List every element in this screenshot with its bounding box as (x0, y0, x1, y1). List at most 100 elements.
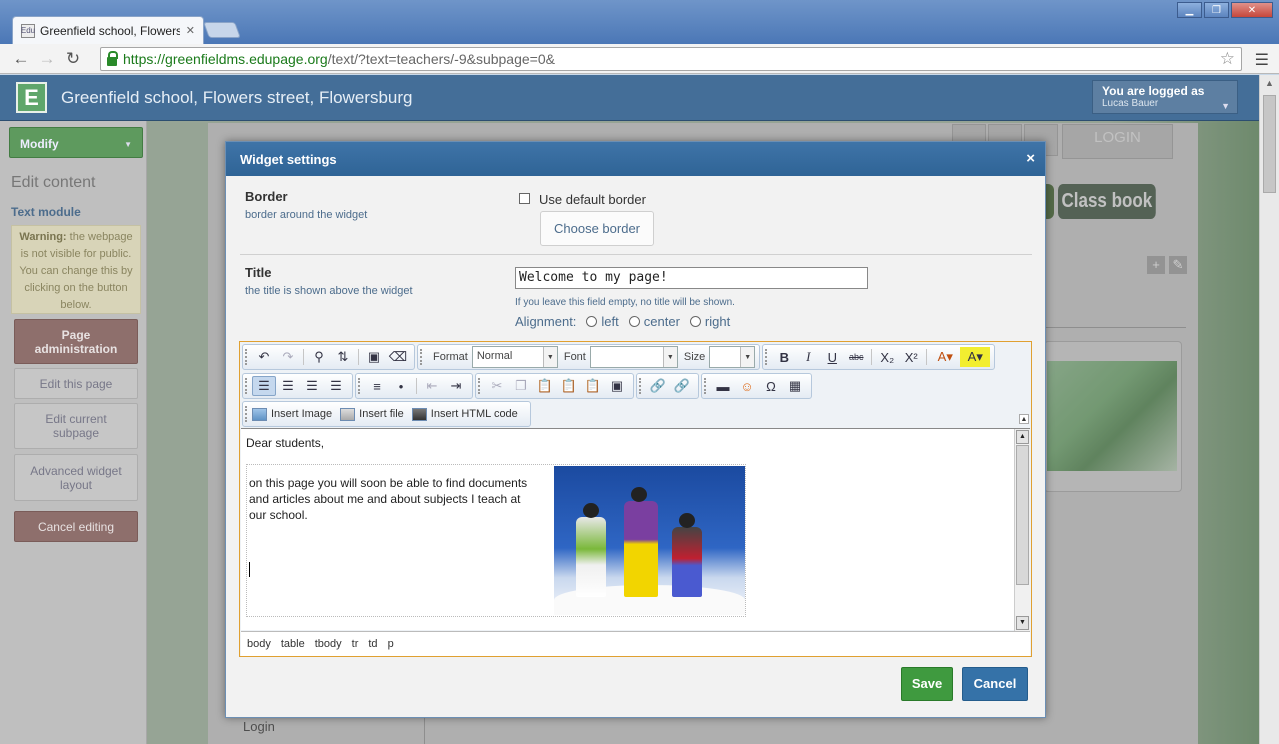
insert-image-button[interactable]: Insert Image (252, 407, 332, 421)
minimize-button[interactable]: ▁ (1177, 2, 1202, 18)
table-icon[interactable]: ▦ (783, 376, 807, 396)
insert-file-button[interactable]: Insert file (340, 407, 404, 421)
scrollbar-thumb[interactable] (1016, 445, 1029, 585)
horizontal-rule-icon[interactable]: ▬ (711, 376, 735, 396)
strikethrough-icon[interactable]: abc (844, 347, 868, 367)
scroll-up-icon[interactable]: ▲ (1260, 75, 1279, 88)
paste-word-icon[interactable]: 📋 (581, 376, 605, 396)
size-select[interactable]: ▼ (709, 346, 756, 368)
align-right-label[interactable]: right (705, 314, 730, 329)
font-select[interactable]: ▼ (589, 346, 678, 368)
body-text[interactable]: on this page you will soon be able to fi… (249, 475, 539, 523)
cut-icon[interactable]: ✂ (485, 376, 509, 396)
editor-scrollbar[interactable]: ▲ ▼ (1014, 429, 1030, 631)
justify-icon[interactable]: ☰ (324, 376, 348, 396)
bold-icon[interactable]: B (772, 347, 796, 367)
reload-icon[interactable]: ↻ (60, 49, 86, 69)
tab-close-icon[interactable]: ✕ (186, 24, 195, 37)
advanced-widget-layout-button[interactable]: Advanced widget layout (14, 454, 138, 501)
align-center-radio[interactable] (628, 316, 640, 327)
paste-text-icon[interactable]: 📋 (557, 376, 581, 396)
new-tab-button[interactable] (203, 22, 241, 38)
copy-icon[interactable]: ❐ (509, 376, 533, 396)
collapse-toolbar-icon[interactable]: ▲ (1019, 414, 1029, 424)
maximize-button[interactable]: ❐ (1204, 2, 1229, 18)
modify-button[interactable]: Modify ▼ (9, 127, 143, 158)
page-scrollbar[interactable]: ▲ (1259, 75, 1279, 744)
redo-icon[interactable]: ↷ (276, 347, 300, 367)
scroll-up-icon[interactable]: ▲ (1016, 430, 1029, 444)
align-center-icon[interactable]: ☰ (276, 376, 300, 396)
smiley-icon[interactable]: ☺ (735, 376, 759, 396)
choose-border-button[interactable]: Choose border (540, 211, 654, 246)
link-icon[interactable]: 🔗 (646, 376, 670, 396)
content-table[interactable]: on this page you will soon be able to fi… (246, 464, 746, 617)
path-item[interactable]: td (368, 638, 377, 650)
bookmark-star-icon[interactable]: ☆ (1220, 49, 1235, 69)
greeting-text[interactable]: Dear students, (246, 436, 324, 450)
select-all-icon[interactable]: ▣ (362, 347, 386, 367)
align-left-label[interactable]: left (601, 314, 618, 329)
background-color-icon[interactable]: A▾ (960, 347, 991, 367)
align-left-icon[interactable]: ☰ (252, 376, 276, 396)
unlink-icon[interactable]: 🔗 (670, 376, 694, 396)
save-button[interactable]: Save (901, 667, 953, 701)
path-item[interactable]: tr (352, 638, 359, 650)
site-title[interactable]: Greenfield school, Flowers street, Flowe… (61, 88, 412, 108)
use-default-border-label[interactable]: Use default border (539, 192, 646, 207)
indent-icon[interactable]: ⇥ (444, 376, 468, 396)
toolbar-group: 🔗 🔗 (636, 373, 699, 399)
scroll-down-icon[interactable]: ▼ (1016, 616, 1029, 630)
format-select[interactable]: Normal ▼ (471, 346, 558, 368)
separator (926, 349, 928, 365)
cancel-editing-button[interactable]: Cancel editing (14, 511, 138, 542)
numbered-list-icon[interactable]: ≡ (365, 376, 389, 396)
align-left-radio[interactable] (586, 316, 598, 327)
superscript-icon[interactable]: X² (899, 347, 923, 367)
back-arrow-icon[interactable]: ← (8, 49, 34, 69)
use-default-border-checkbox[interactable] (519, 193, 530, 204)
address-bar[interactable]: https:// greenfieldms.edupage.org /text/… (100, 47, 1242, 71)
grip-icon (358, 378, 361, 394)
edit-this-page-button[interactable]: Edit this page (14, 368, 138, 399)
align-right-radio[interactable] (689, 316, 701, 327)
skiers-photo[interactable] (554, 466, 745, 615)
subscript-icon[interactable]: X₂ (875, 347, 899, 367)
forward-arrow-icon[interactable]: → (34, 49, 60, 69)
replace-icon[interactable]: ⇅ (331, 347, 355, 367)
remove-format-icon[interactable]: ⌫ (386, 347, 410, 367)
paste-icon[interactable]: 📋 (533, 376, 557, 396)
close-icon[interactable]: × (1026, 150, 1035, 167)
user-name: Lucas Bauer (1102, 98, 1159, 109)
text-color-icon[interactable]: A▾ (930, 347, 960, 367)
size-label: Size (683, 351, 706, 363)
browser-tab[interactable]: Edu Greenfield school, Flowers st ✕ (12, 16, 204, 44)
align-right-icon[interactable]: ☰ (300, 376, 324, 396)
editor-content-area[interactable]: Dear students, on this page you will soo… (241, 428, 1030, 631)
logged-label: You are logged as (1102, 84, 1205, 98)
browser-menu-icon[interactable]: ☰ (1255, 50, 1269, 70)
path-item[interactable]: tbody (315, 638, 342, 650)
path-item[interactable]: p (388, 638, 394, 650)
page-administration-button[interactable]: Page administration (14, 319, 138, 364)
find-icon[interactable]: ⚲ (307, 347, 331, 367)
close-window-button[interactable]: ✕ (1231, 2, 1273, 18)
undo-icon[interactable]: ↶ (252, 347, 276, 367)
scrollbar-thumb[interactable] (1263, 95, 1276, 193)
outdent-icon[interactable]: ⇤ (420, 376, 444, 396)
visibility-warning: Warning: the webpage is not visible for … (11, 225, 141, 314)
bulleted-list-icon[interactable]: • (389, 376, 413, 396)
preview-icon[interactable]: ▣ (605, 376, 629, 396)
edupage-logo[interactable]: E (16, 82, 47, 113)
path-item[interactable]: table (281, 638, 305, 650)
italic-icon[interactable]: I (796, 347, 820, 367)
underline-icon[interactable]: U (820, 347, 844, 367)
title-field[interactable]: Welcome to my page! (515, 267, 868, 289)
user-menu[interactable]: You are logged as Lucas Bauer ▼ (1092, 80, 1238, 114)
insert-html-button[interactable]: Insert HTML code (411, 407, 518, 421)
cancel-button[interactable]: Cancel (962, 667, 1028, 701)
align-center-label[interactable]: center (644, 314, 680, 329)
special-char-icon[interactable]: Ω (759, 376, 783, 396)
edit-current-subpage-button[interactable]: Edit current subpage (14, 403, 138, 449)
path-item[interactable]: body (247, 638, 271, 650)
